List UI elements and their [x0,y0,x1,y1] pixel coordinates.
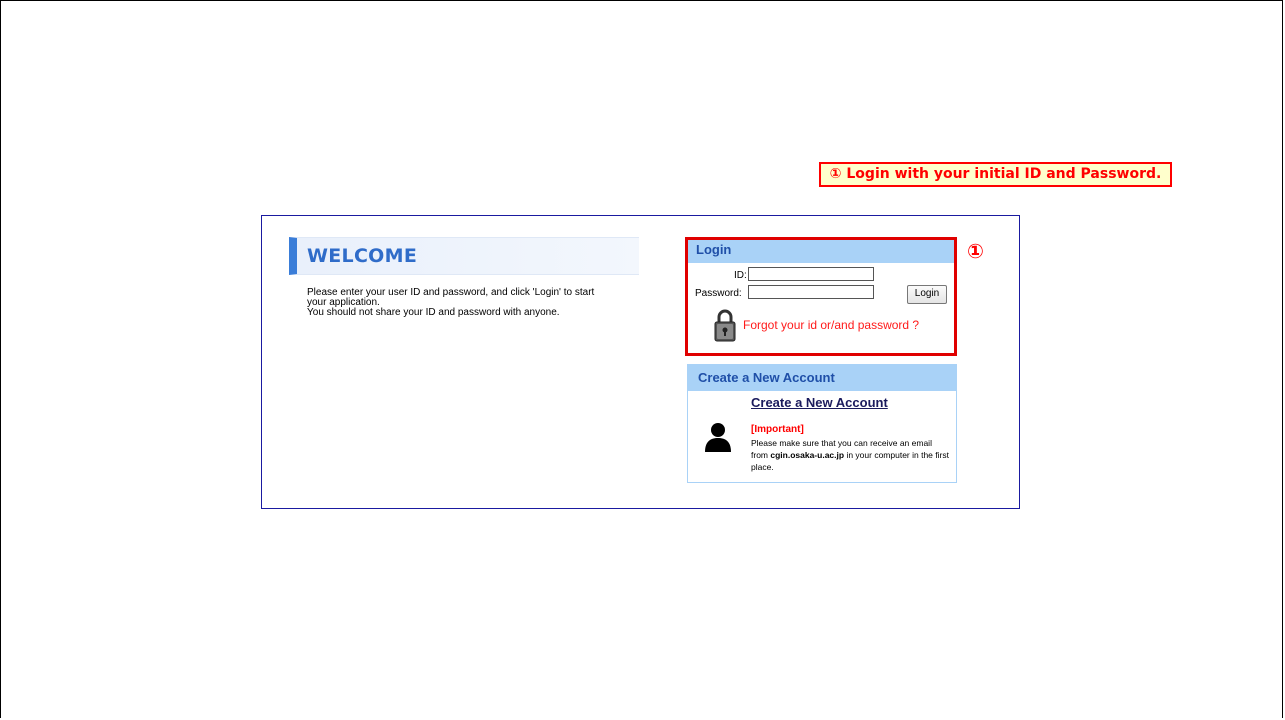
person-silhouette-icon [705,423,731,452]
padlock-icon [714,309,736,342]
login-page-panel: WELCOME Please enter your user ID and pa… [261,215,1020,509]
create-account-link[interactable]: Create a New Account [751,395,888,410]
important-label: [Important] [751,424,804,435]
password-input[interactable] [748,285,874,299]
welcome-title: WELCOME [307,245,418,267]
welcome-line: You should not share your ID and passwor… [307,307,560,318]
login-header: Login [688,240,954,263]
welcome-instructions: Please enter your user ID and password, … [307,288,637,318]
login-button[interactable]: Login [907,285,947,304]
id-label: ID: [734,270,747,281]
important-notice: Please make sure that you can receive an… [751,437,951,473]
forgot-password-link[interactable]: Forgot your id or/and password ? [743,318,919,332]
welcome-header: WELCOME [289,237,639,275]
login-box: Login ID: Password: Login Forgot your id… [685,237,957,356]
password-label: Password: [695,288,742,299]
create-account-header: Create a New Account [688,365,956,391]
instruction-callout: ① Login with your initial ID and Passwor… [819,162,1172,187]
step-badge: ① [967,239,984,263]
id-input[interactable] [748,267,874,281]
notice-domain: cgin.osaka-u.ac.jp [770,450,845,460]
create-account-box: Create a New Account Create a New Accoun… [687,364,957,483]
